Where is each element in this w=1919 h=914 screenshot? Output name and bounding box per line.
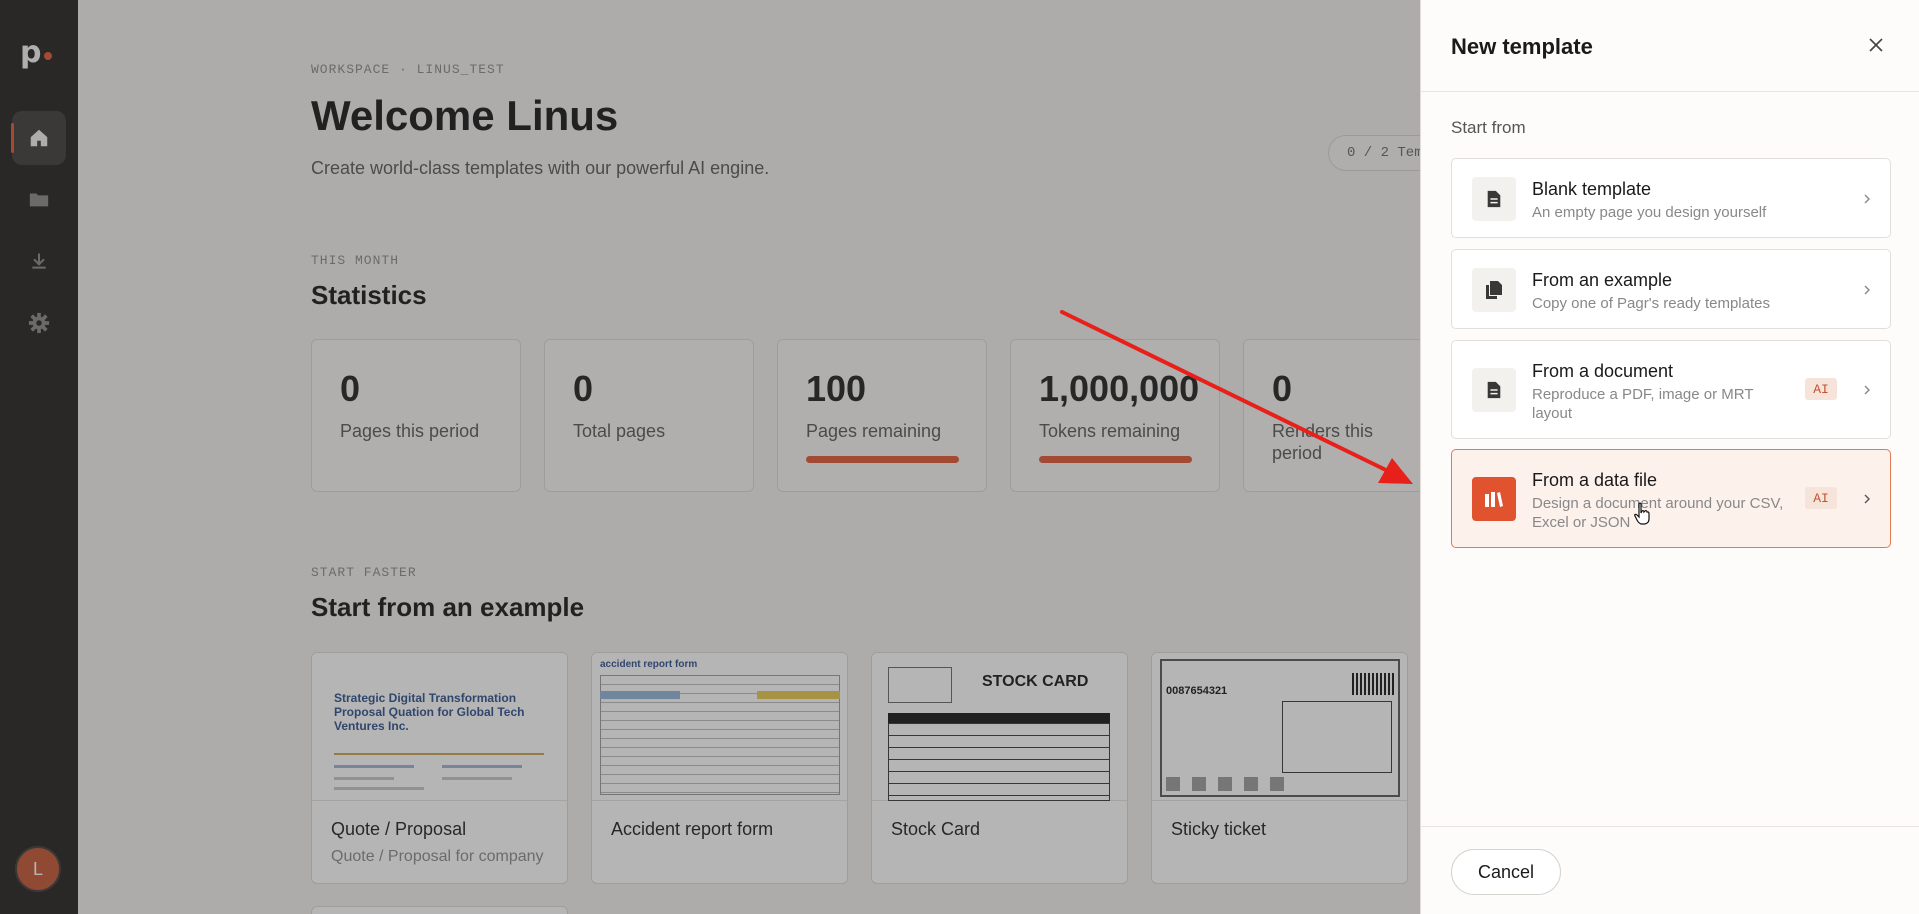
option-desc: Copy one of Pagr's ready templates [1532, 295, 1770, 312]
data-file-icon [1485, 492, 1503, 507]
close-button[interactable] [1861, 30, 1891, 60]
chevron-right-icon [1864, 194, 1870, 204]
option-from-document[interactable]: From a document Reproduce a PDF, image o… [1451, 340, 1891, 439]
option-desc: Design a document around your CSV, Excel… [1532, 495, 1784, 531]
option-from-data-file[interactable]: From a data file Design a document aroun… [1451, 449, 1891, 548]
option-blank-template[interactable]: Blank template An empty page you design … [1451, 158, 1891, 238]
option-title: From an example [1532, 270, 1673, 290]
option-icon [1472, 177, 1516, 221]
option-desc: An empty page you design yourself [1532, 204, 1767, 221]
ai-badge: AI [1805, 378, 1837, 400]
ai-badge: AI [1805, 487, 1837, 509]
chevron-right-icon [1864, 285, 1870, 295]
option-title: From a document [1532, 361, 1674, 381]
pointer-cursor-icon [1634, 502, 1650, 525]
close-icon [1869, 38, 1883, 52]
chevron-right-icon [1864, 494, 1870, 504]
document-icon [1487, 381, 1501, 399]
chevron-right-icon [1864, 385, 1870, 395]
modal-backdrop[interactable] [0, 0, 1420, 914]
panel-title: New template [1451, 34, 1593, 59]
panel-footer: Cancel [1421, 826, 1919, 914]
option-icon [1472, 477, 1516, 521]
new-template-panel: New template Start from Blank template A… [1420, 0, 1919, 914]
option-desc: Reproduce a PDF, image or MRT layout [1532, 386, 1754, 422]
copy-icon [1486, 281, 1502, 299]
option-from-example[interactable]: From an example Copy one of Pagr's ready… [1451, 249, 1891, 329]
option-icon [1472, 268, 1516, 312]
panel-header: New template [1421, 0, 1919, 92]
document-icon [1487, 190, 1501, 208]
start-from-label: Start from [1451, 118, 1526, 137]
cancel-button[interactable]: Cancel [1451, 849, 1561, 895]
option-title: From a data file [1532, 470, 1658, 490]
option-title: Blank template [1532, 179, 1652, 199]
option-icon [1472, 368, 1516, 412]
